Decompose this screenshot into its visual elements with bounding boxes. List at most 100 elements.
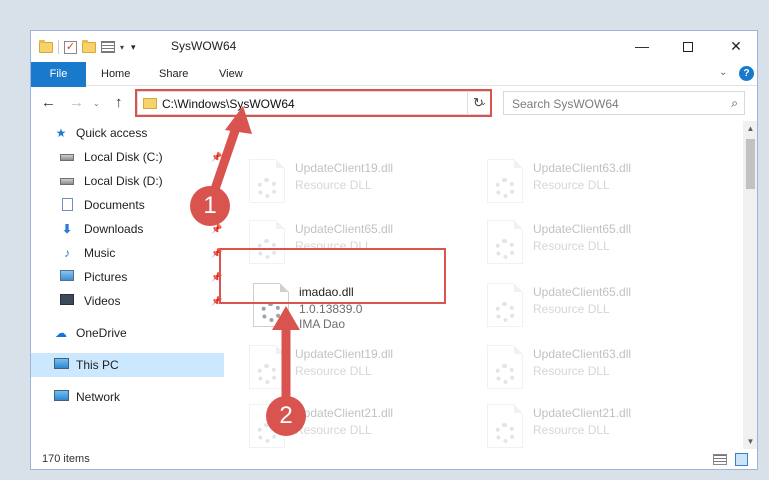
file-item[interactable]: UpdateClient65.dll Resource DLL [487,281,707,329]
folder-icon[interactable] [39,39,53,53]
file-item[interactable]: UpdateClient65.dll Resource DLL [487,218,707,266]
file-name: UpdateClient19.dll [295,161,394,175]
computer-icon [53,358,69,372]
expand-ribbon-icon[interactable]: ⌄ [719,67,727,78]
dll-file-icon [249,159,285,203]
sidebar-item-label: Local Disk (C:) [84,150,163,164]
file-description: Resource DLL [533,239,610,253]
file-item[interactable]: UpdateClient19.dll Resource DLL [249,343,469,391]
maximize-button[interactable] [665,31,711,62]
file-description: Resource DLL [533,178,610,192]
sidebar-item-pictures[interactable]: Pictures 📌 [31,265,223,289]
file-name: UpdateClient19.dll [295,347,394,361]
quick-access-toolbar: ✓ ▾ ▾ [39,38,136,56]
sidebar-item-downloads[interactable]: ⬇ Downloads 📌 [31,217,223,241]
file-name: UpdateClient63.dll [533,161,632,175]
sidebar-item-local-disk-d[interactable]: Local Disk (D:) [31,169,223,193]
file-item[interactable]: UpdateClient19.dll Resource DLL [249,157,469,205]
file-name: UpdateClient65.dll [533,285,632,299]
customize-toolbar-icon[interactable]: ▾ [120,43,124,52]
videos-icon [59,294,75,308]
file-description: Resource DLL [533,423,610,437]
dll-file-icon [487,283,523,327]
dll-file-icon [487,159,523,203]
navigation-pane: ★ Quick access Local Disk (C:) 📌 Local D… [31,121,224,451]
gear-icon [257,178,277,198]
sidebar-item-this-pc[interactable]: This PC [31,353,224,377]
gear-icon [495,302,515,322]
sidebar-item-label: Documents [84,198,145,212]
back-arrow-icon[interactable]: ← [41,94,56,111]
file-item[interactable]: UpdateClient63.dll Resource DLL [487,157,707,205]
step-2-badge: 2 [266,396,306,436]
step-1-badge: 1 [190,186,230,226]
toolbar-separator [58,40,59,54]
scroll-up-icon[interactable]: ▲ [743,121,757,136]
search-placeholder[interactable]: Search SysWOW64 [512,97,619,111]
file-highlight-box [219,248,446,304]
documents-icon [59,198,75,212]
toolbar-dropdown-icon[interactable]: ▾ [131,42,136,53]
network-icon [53,390,69,404]
sidebar-item-label: OneDrive [76,326,127,340]
view-icon[interactable] [101,41,115,53]
file-description: Resource DLL [295,423,372,437]
new-folder-icon[interactable] [82,39,96,53]
dll-file-icon [487,220,523,264]
gear-icon [257,364,277,384]
tab-share[interactable]: Share [147,62,200,86]
details-view-icon[interactable] [713,454,727,465]
sidebar-item-label: This PC [76,358,119,372]
recent-locations-icon[interactable]: ⌄ [93,99,100,108]
gear-icon [495,423,515,443]
sidebar-item-network[interactable]: Network [31,385,223,409]
gear-icon [495,364,515,384]
gear-icon [261,302,281,322]
cloud-icon: ☁ [55,326,67,340]
sidebar-item-music[interactable]: ♪ Music 📌 [31,241,223,265]
file-version: 1.0.13839.0 [299,302,363,316]
sidebar-item-onedrive[interactable]: ☁ OneDrive [31,321,223,345]
sidebar-item-label: Videos [84,294,121,308]
navigation-bar: ← → ⌄ ↑ C:\Windows\SysWOW64 ⌄ ↻ Search S… [31,87,757,119]
sidebar-item-label: Quick access [76,126,148,140]
star-icon: ★ [55,126,67,140]
up-arrow-icon[interactable]: ↑ [115,94,123,111]
dll-file-icon [487,404,523,448]
tab-home[interactable]: Home [89,62,142,86]
close-button[interactable]: ✕ [713,31,757,62]
file-description: Resource DLL [533,302,610,316]
sidebar-item-label: Network [76,390,121,404]
music-icon: ♪ [64,246,70,260]
search-box[interactable]: Search SysWOW64 ⌕ [503,91,745,115]
search-icon[interactable]: ⌕ [731,96,738,111]
pictures-icon [59,270,75,284]
properties-icon[interactable]: ✓ [64,40,77,54]
sidebar-item-label: Music [84,246,116,260]
dll-file-icon [249,345,285,389]
file-name: UpdateClient21.dll [533,406,632,420]
gear-icon [495,239,515,259]
file-description: Resource DLL [295,364,372,378]
file-name: UpdateClient65.dll [533,222,632,236]
scroll-down-icon[interactable]: ▼ [743,434,757,449]
file-item[interactable]: UpdateClient21.dll Resource DLL [487,402,707,449]
sidebar-item-label: Local Disk (D:) [84,174,163,188]
help-icon[interactable]: ? [739,66,754,81]
tab-view[interactable]: View [207,62,255,86]
scrollbar-thumb[interactable] [746,139,755,189]
sidebar-item-local-disk-c[interactable]: Local Disk (C:) 📌 [31,145,223,169]
address-highlight-box [135,89,492,117]
large-icons-view-icon[interactable] [735,453,748,466]
file-item[interactable]: UpdateClient63.dll Resource DLL [487,343,707,391]
ribbon-tabs: File Home Share View ⌄ ? [31,62,757,110]
vertical-scrollbar[interactable]: ▲ ▼ [743,121,757,449]
forward-arrow-icon[interactable]: → [69,94,84,111]
minimize-button[interactable]: — [619,31,665,62]
screenshot-background: ✓ ▾ ▾ SysWOW64 — ✕ File Home Share View … [0,0,769,480]
sidebar-item-videos[interactable]: Videos 📌 [31,289,223,313]
sidebar-item-quick-access[interactable]: ★ Quick access [31,121,223,145]
pin-icon[interactable]: 📌 [211,145,222,169]
dll-file-icon [487,345,523,389]
status-bar: 170 items [31,449,757,469]
